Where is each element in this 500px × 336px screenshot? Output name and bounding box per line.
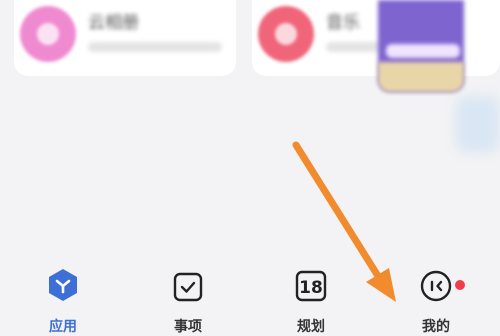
notification-badge — [455, 280, 465, 290]
bottom-tab-bar: 应用 事项 18 规划 我的 — [0, 262, 500, 335]
tab-me-label: 我的 — [422, 319, 450, 335]
tab-apps-label: 应用 — [49, 319, 77, 335]
tab-plan-label: 规划 — [297, 319, 325, 335]
calendar-18-icon: 18 — [295, 262, 327, 302]
face-icon — [420, 262, 452, 302]
calendar-day-number: 18 — [299, 278, 323, 298]
checkbox-icon — [173, 262, 203, 302]
tab-tasks-label: 事项 — [174, 319, 202, 335]
tab-tasks[interactable]: 事项 — [148, 262, 228, 336]
tab-plan[interactable]: 18 规划 — [271, 262, 351, 336]
tab-me[interactable]: 我的 — [396, 262, 476, 336]
tab-apps[interactable]: 应用 — [23, 262, 103, 336]
apps-hexagon-icon — [47, 262, 79, 302]
